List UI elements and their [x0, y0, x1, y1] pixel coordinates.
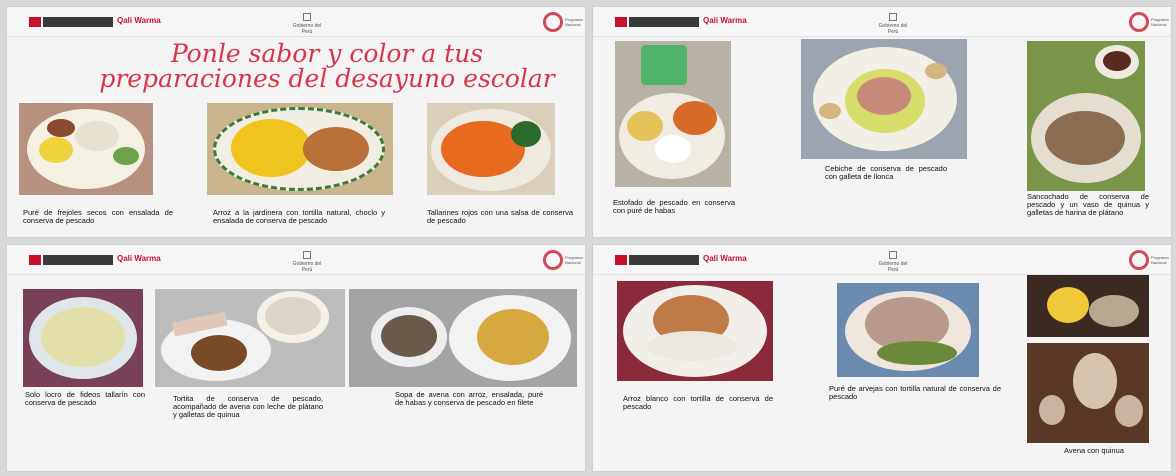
food-photo-11 — [837, 283, 979, 377]
caption-12: Avena con quinua — [1064, 446, 1124, 455]
government-emblem: Gobierno del Perú — [287, 251, 327, 273]
slide-header: Qali Warma Gobierno del Perú Programa Na… — [593, 245, 1171, 275]
food-photo-8 — [155, 289, 345, 387]
caption-9: Sopa de avena con arroz, ensalada, puré … — [395, 390, 543, 407]
food-photo-4 — [615, 41, 731, 187]
program-logo-icon — [1129, 250, 1149, 270]
government-emblem: Gobierno del Perú — [873, 13, 913, 35]
food-photo-9 — [349, 289, 577, 387]
shield-icon — [303, 13, 311, 21]
caption-4: Estofado de pescado en conserva con puré… — [613, 198, 735, 215]
caption-7: Solo locro de fideos tallarín con conser… — [25, 390, 145, 407]
government-label: Gobierno del Perú — [878, 261, 908, 273]
government-label: Gobierno del Perú — [292, 23, 322, 35]
peru-flag-icon — [29, 255, 41, 265]
peru-flag-icon — [615, 17, 627, 27]
program-logo-text: Programa Nacional — [1151, 255, 1169, 265]
brand-label: Qali Warma — [703, 254, 747, 263]
slide-title: Ponle sabor y color a tus preparaciones … — [99, 39, 555, 93]
caption-11: Puré de arvejas con tortilla natural de … — [829, 384, 1001, 401]
caption-2: Arroz a la jardinera con tortilla natura… — [213, 208, 385, 225]
program-logo-icon — [1129, 12, 1149, 32]
government-label: Gobierno del Perú — [292, 261, 322, 273]
caption-8: Tortita de conserva de pescado, acompaña… — [173, 394, 323, 419]
program-logo-icon — [543, 12, 563, 32]
program-logo-text: Programa Nacional — [565, 255, 583, 265]
slide-4: Qali Warma Gobierno del Perú Programa Na… — [592, 244, 1172, 472]
caption-6: Sancochado de conserva de pescado y un v… — [1027, 192, 1149, 217]
ministry-bar — [43, 17, 113, 27]
brand-label: Qali Warma — [703, 16, 747, 25]
food-photo-5 — [801, 39, 967, 159]
food-photo-12 — [1027, 275, 1149, 337]
ministry-bar — [629, 17, 699, 27]
food-photo-2 — [207, 103, 393, 195]
program-logo-icon — [543, 250, 563, 270]
slide-1: Qali Warma Gobierno del Perú Programa Na… — [6, 6, 586, 238]
caption-5: Cebiche de conserva de pescado con galle… — [825, 164, 947, 181]
program-logo-text: Programa Nacional — [565, 17, 583, 27]
peru-flag-icon — [615, 255, 627, 265]
brand-label: Qali Warma — [117, 16, 161, 25]
ministry-bar — [43, 255, 113, 265]
government-emblem: Gobierno del Perú — [873, 251, 913, 273]
peru-flag-icon — [29, 17, 41, 27]
shield-icon — [889, 251, 897, 259]
caption-10: Arroz blanco con tortilla de conserva de… — [623, 394, 773, 411]
shield-icon — [889, 13, 897, 21]
shield-icon — [303, 251, 311, 259]
food-photo-13 — [1027, 343, 1149, 443]
government-emblem: Gobierno del Perú — [287, 13, 327, 35]
government-label: Gobierno del Perú — [878, 23, 908, 35]
caption-1: Puré de frejoles secos con ensalada de c… — [23, 208, 173, 225]
slide-header: Qali Warma Gobierno del Perú Programa Na… — [593, 7, 1171, 37]
brand-label: Qali Warma — [117, 254, 161, 263]
slide-2: Qali Warma Gobierno del Perú Programa Na… — [592, 6, 1172, 238]
food-photo-1 — [19, 103, 153, 195]
ministry-bar — [629, 255, 699, 265]
caption-3: Tallarines rojos con una salsa de conser… — [427, 208, 573, 225]
slide-header: Qali Warma Gobierno del Perú Programa Na… — [7, 7, 585, 37]
food-photo-6 — [1027, 41, 1145, 191]
slide-header: Qali Warma Gobierno del Perú Programa Na… — [7, 245, 585, 275]
food-photo-10 — [617, 281, 773, 381]
food-photo-7 — [23, 289, 143, 387]
slide-grid: Qali Warma Gobierno del Perú Programa Na… — [0, 0, 1176, 476]
program-logo-text: Programa Nacional — [1151, 17, 1169, 27]
slide-3: Qali Warma Gobierno del Perú Programa Na… — [6, 244, 586, 472]
food-photo-3 — [427, 103, 555, 195]
